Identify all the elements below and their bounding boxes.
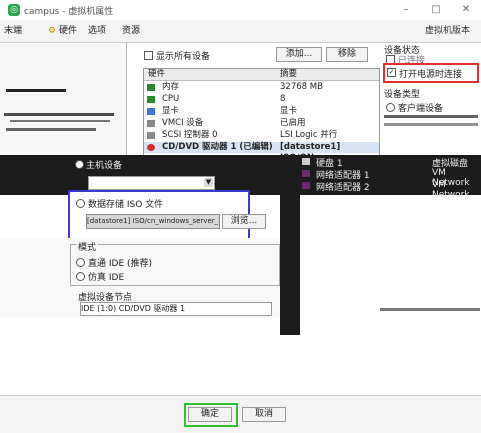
emulate-label: 仿真 IDE bbox=[88, 273, 125, 283]
tab-strip: 末端 ⚙ 硬件 选项 资源 虚拟机版本 bbox=[0, 20, 481, 43]
row-name: VMCI 设备 bbox=[162, 118, 204, 128]
render-artifact bbox=[380, 308, 480, 311]
network-adapter-icon bbox=[302, 170, 310, 177]
host-device-label: 主机设备 bbox=[86, 161, 123, 171]
mode-label: 模式 bbox=[76, 240, 99, 253]
render-artifact bbox=[384, 123, 478, 126]
table-row-selected[interactable]: CD/DVD 驱动器 1 (已编辑) [datastore1] ISO/ON..… bbox=[144, 142, 379, 163]
app-logo-icon: ◎ bbox=[8, 4, 20, 16]
hardware-tab-icon: ⚙ bbox=[48, 26, 57, 36]
row-name: CPU bbox=[162, 94, 180, 104]
datastore-iso-label: 数据存储 ISO 文件 bbox=[88, 200, 164, 210]
datastore-iso-radio[interactable] bbox=[76, 199, 85, 208]
chevron-down-icon: ▼ bbox=[204, 178, 213, 187]
cpu-icon bbox=[147, 96, 155, 103]
render-artifact bbox=[6, 128, 96, 131]
list-item-name: 网络适配器 2 bbox=[316, 183, 370, 193]
display-icon bbox=[147, 108, 155, 115]
passthrough-radio[interactable] bbox=[76, 258, 85, 267]
emulate-radio[interactable] bbox=[76, 272, 85, 281]
window-title: campus - 虚拟机属性 bbox=[24, 7, 114, 17]
row-summary: 8 bbox=[280, 94, 286, 104]
row-name: 内存 bbox=[162, 82, 180, 92]
render-artifact bbox=[6, 89, 66, 92]
row-summary: LSI Logic 并行 bbox=[280, 130, 338, 140]
scsi-controller-icon bbox=[147, 132, 155, 139]
show-all-devices-checkbox[interactable] bbox=[144, 51, 153, 60]
vmci-icon bbox=[147, 120, 155, 127]
render-artifact bbox=[4, 113, 114, 116]
list-item[interactable]: 网络适配器 1 VM Network bbox=[300, 168, 481, 188]
vm-version-label: 虚拟机版本 bbox=[425, 26, 471, 36]
close-button[interactable]: ✕ bbox=[458, 3, 474, 17]
title-bar: ◎ campus - 虚拟机属性 – □ ✕ bbox=[0, 0, 481, 20]
column-hardware: 硬件 bbox=[148, 69, 166, 79]
connect-at-power-on-checkbox[interactable]: ✓ bbox=[387, 68, 396, 77]
client-device-label: 客户端设备 bbox=[398, 104, 444, 114]
browse-button[interactable]: 浏览... bbox=[222, 214, 266, 229]
render-artifact bbox=[10, 120, 110, 122]
tab-hardware-label: 硬件 bbox=[58, 26, 77, 36]
ok-button[interactable]: 确定 bbox=[188, 407, 232, 422]
table-row[interactable]: 显卡 显卡 bbox=[144, 106, 379, 117]
table-row[interactable]: CPU 8 bbox=[144, 94, 379, 105]
memory-icon bbox=[147, 84, 155, 91]
column-summary: 摘要 bbox=[280, 69, 298, 79]
network-adapter-icon bbox=[302, 182, 310, 189]
left-pane bbox=[0, 43, 127, 155]
row-name: CD/DVD 驱动器 1 (已编辑) bbox=[162, 142, 273, 152]
iso-path-field[interactable]: [datastore1] ISO/cn_windows_server_2016.… bbox=[86, 214, 220, 229]
tab-resources[interactable]: 资源 bbox=[122, 23, 140, 38]
host-device-radio[interactable] bbox=[75, 160, 84, 169]
render-artifact bbox=[384, 115, 478, 118]
render-artifact bbox=[280, 195, 300, 335]
virtual-device-node-select[interactable]: IDE (1:0) CD/DVD 驱动器 1 bbox=[80, 302, 272, 316]
table-row[interactable]: 内存 32768 MB bbox=[144, 82, 379, 93]
row-name: SCSI 控制器 0 bbox=[162, 130, 218, 140]
device-settings-pane: 设备状态 已连接 ✓ 打开电源时连接 设备类型 客户端设备 bbox=[380, 43, 481, 155]
tab-general[interactable]: 末端 bbox=[4, 23, 22, 38]
overlay-device-list: 硬盘 1 虚拟磁盘 网络适配器 1 VM Network 网络适配器 2 VM … bbox=[300, 156, 481, 200]
list-item-value: VM Network bbox=[432, 180, 470, 200]
client-device-radio[interactable] bbox=[386, 103, 395, 112]
device-type-group-label: 设备类型 bbox=[384, 90, 421, 100]
tab-hardware[interactable]: ⚙ 硬件 bbox=[48, 23, 77, 38]
row-name: 显卡 bbox=[162, 106, 180, 116]
connect-at-power-on-label: 打开电源时连接 bbox=[399, 70, 463, 80]
cancel-button[interactable]: 取消 bbox=[242, 407, 286, 422]
table-row[interactable]: SCSI 控制器 0 LSI Logic 并行 bbox=[144, 130, 379, 141]
cd-dvd-icon bbox=[147, 144, 155, 151]
passthrough-label: 直通 IDE (推荐) bbox=[88, 259, 153, 269]
maximize-button[interactable]: □ bbox=[428, 3, 444, 17]
add-hardware-button[interactable]: 添加... bbox=[276, 47, 322, 62]
row-summary: 32768 MB bbox=[280, 82, 323, 92]
tab-options[interactable]: 选项 bbox=[88, 23, 106, 38]
host-device-select[interactable]: ▼ bbox=[88, 176, 215, 190]
minimize-button[interactable]: – bbox=[398, 3, 414, 17]
row-summary: 显卡 bbox=[280, 106, 298, 116]
list-item[interactable]: 硬盘 1 虚拟磁盘 bbox=[300, 156, 481, 169]
hardware-table: 硬件 摘要 内存 32768 MB CPU 8 显卡 显卡 VMCI 设备 已启… bbox=[143, 68, 380, 163]
row-summary: 已启用 bbox=[280, 118, 306, 128]
remove-hardware-button[interactable]: 移除 bbox=[326, 47, 368, 62]
list-item[interactable]: 网络适配器 2 VM Network bbox=[300, 180, 481, 200]
dialog-footer: 确定 取消 bbox=[0, 395, 481, 433]
show-all-devices-label: 显示所有设备 bbox=[156, 52, 211, 62]
table-header: 硬件 摘要 bbox=[144, 69, 379, 81]
table-row[interactable]: VMCI 设备 已启用 bbox=[144, 118, 379, 129]
disk-icon bbox=[302, 158, 310, 165]
